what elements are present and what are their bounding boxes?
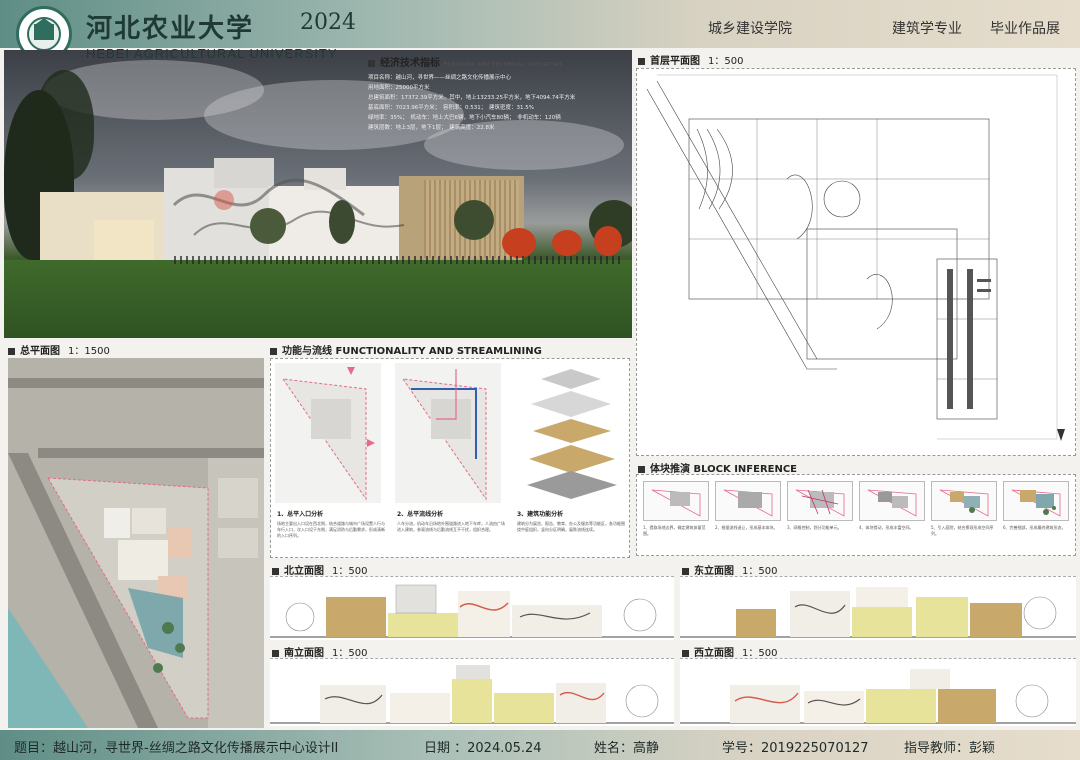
site-plan-svg: [8, 358, 264, 728]
block-step-6: [1003, 481, 1069, 521]
block-text-6: 6、完善细部，形成最终建筑形态。: [1003, 525, 1066, 530]
north-elevation-title: 北立面图 1：500: [272, 562, 367, 577]
block-step-1: [643, 481, 709, 521]
ink-painting-facade: [172, 178, 405, 236]
exhibition-name: 毕业作品展: [990, 21, 1060, 37]
advisor-name: 指导教师：彭颖: [904, 741, 996, 756]
college-name: 城乡建设学院: [708, 21, 792, 37]
floor-plan-drawing: [636, 68, 1076, 456]
block-inference-panel: 1、提取场地边界，确定建筑体量范围。 2、根据流线退让，形成基本体块。 3、网格…: [636, 474, 1076, 556]
block-step-5: [931, 481, 997, 521]
func-caption-3: 3、建筑功能分析: [517, 511, 564, 518]
func-text-1: 场地主要出入口设在西北侧，结合道路与城市广场设置人行与车行入口，次入口设于东侧，…: [277, 521, 385, 538]
west-elevation-drawing: [680, 658, 1076, 726]
tech-row: 基底面积：7023.96平方米； 容积率：0.531； 建筑密度：31.5%: [368, 105, 534, 111]
func-caption-2: 2、总平流线分析: [397, 511, 444, 518]
tech-row: 绿地率：35%； 机动车：地上大巴6辆，地下小汽车80辆； 非机动车：120辆: [368, 115, 561, 121]
university-name-en: HEBEI AGRICULTURAL UNIVERSITY: [86, 46, 338, 61]
tech-title: 经济技术指标 ECONOMIC AND TECHNICAL INDICATORS: [368, 54, 628, 69]
block-step-2: [715, 481, 781, 521]
func-caption-1: 1、总平入口分析: [277, 511, 324, 518]
func-text-3: 建筑分为展览、报告、教育、办公及服务等功能区，各功能围绕中庭组织，竖向分区明确，…: [517, 521, 625, 532]
tech-row: 用地面积：25000平方米: [368, 85, 430, 91]
block-step-4: [859, 481, 925, 521]
tech-row: 建筑层数：地上3层，地下1层； 建筑高度：22.8米: [368, 125, 495, 131]
poster-header: 1902 河北农业大学 2024 城乡建设学院 建筑学专业 毕业作品展: [0, 0, 1080, 62]
func-title: 功能与流线 FUNCTIONALITY AND STREAMLINING: [270, 342, 542, 357]
university-name-cn: 河北农业大学: [86, 14, 255, 44]
block-text-1: 1、提取场地边界，确定建筑体量范围。: [643, 525, 706, 536]
project-topic: 题目：越山河，寻世界-丝绸之路文化传播展示中心设计II: [14, 741, 339, 756]
block-text-4: 4、体块错动，形成丰富空间。: [859, 525, 914, 530]
tech-indicators: 经济技术指标 ECONOMIC AND TECHNICAL INDICATORS …: [368, 54, 628, 136]
tech-row: 项目名称：越山河，寻世界——丝绸之路文化传播展示中心: [368, 75, 512, 81]
func-diagrams-svg: [275, 363, 617, 503]
student-name: 姓名：高静: [594, 741, 660, 756]
tech-row: 总建筑面积：17372.39平方米，其中，地上13233.25平方米，地下409…: [368, 95, 576, 101]
floor-plan-svg: [646, 74, 1065, 441]
block-step-3: [787, 481, 853, 521]
block-text-3: 3、网格控制，划分功能单元。: [787, 525, 842, 530]
exhibition-year: 2024: [300, 10, 356, 35]
func-text-2: 人车分流，机动车沿场地外围道路进入地下车库，人流由广场进入建筑，参观流线与后勤流…: [397, 521, 505, 532]
east-elevation-drawing: [680, 576, 1076, 640]
block-text-5: 5、引入庭院，结合景观形成空间序列。: [931, 525, 994, 536]
functionality-panel: 1、总平入口分析 2、总平流线分析 3、建筑功能分析 场地主要出入口设在西北侧，…: [270, 358, 630, 558]
poster-footer: 题目：越山河，寻世界-丝绸之路文化传播展示中心设计II 日期 ：2024.05.…: [0, 730, 1080, 760]
north-elevation-drawing: [270, 576, 674, 640]
site-plan-drawing: [8, 358, 264, 728]
south-elevation-title: 南立面图 1：500: [272, 644, 367, 659]
block-text-2: 2、根据流线退让，形成基本体块。: [715, 525, 778, 530]
blocks-title: 体块推演 BLOCK INFERENCE: [638, 460, 797, 475]
floorplan-title: 首层平面图 1：500: [638, 52, 743, 67]
siteplan-title: 总平面图 1：1500: [8, 342, 110, 357]
project-date: 日期 ：2024.05.24: [424, 741, 542, 756]
east-elevation-title: 东立面图 1：500: [682, 562, 777, 577]
student-id: 学号：2019225070127: [722, 741, 869, 756]
south-elevation-drawing: [270, 658, 674, 726]
major-name: 建筑学专业: [892, 21, 962, 37]
west-elevation-title: 西立面图 1：500: [682, 644, 777, 659]
